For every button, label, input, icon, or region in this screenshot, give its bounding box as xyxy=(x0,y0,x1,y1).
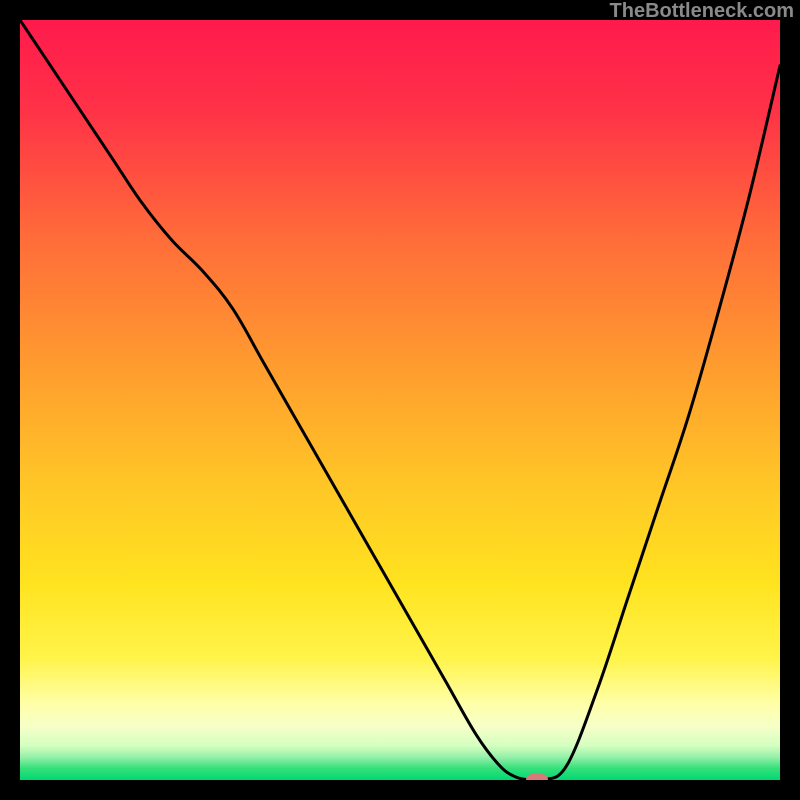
chart-frame: TheBottleneck.com xyxy=(0,0,800,800)
plot-area xyxy=(20,20,780,780)
bottleneck-curve xyxy=(20,20,780,780)
optimal-point-marker xyxy=(526,774,548,780)
watermark: TheBottleneck.com xyxy=(610,0,794,23)
